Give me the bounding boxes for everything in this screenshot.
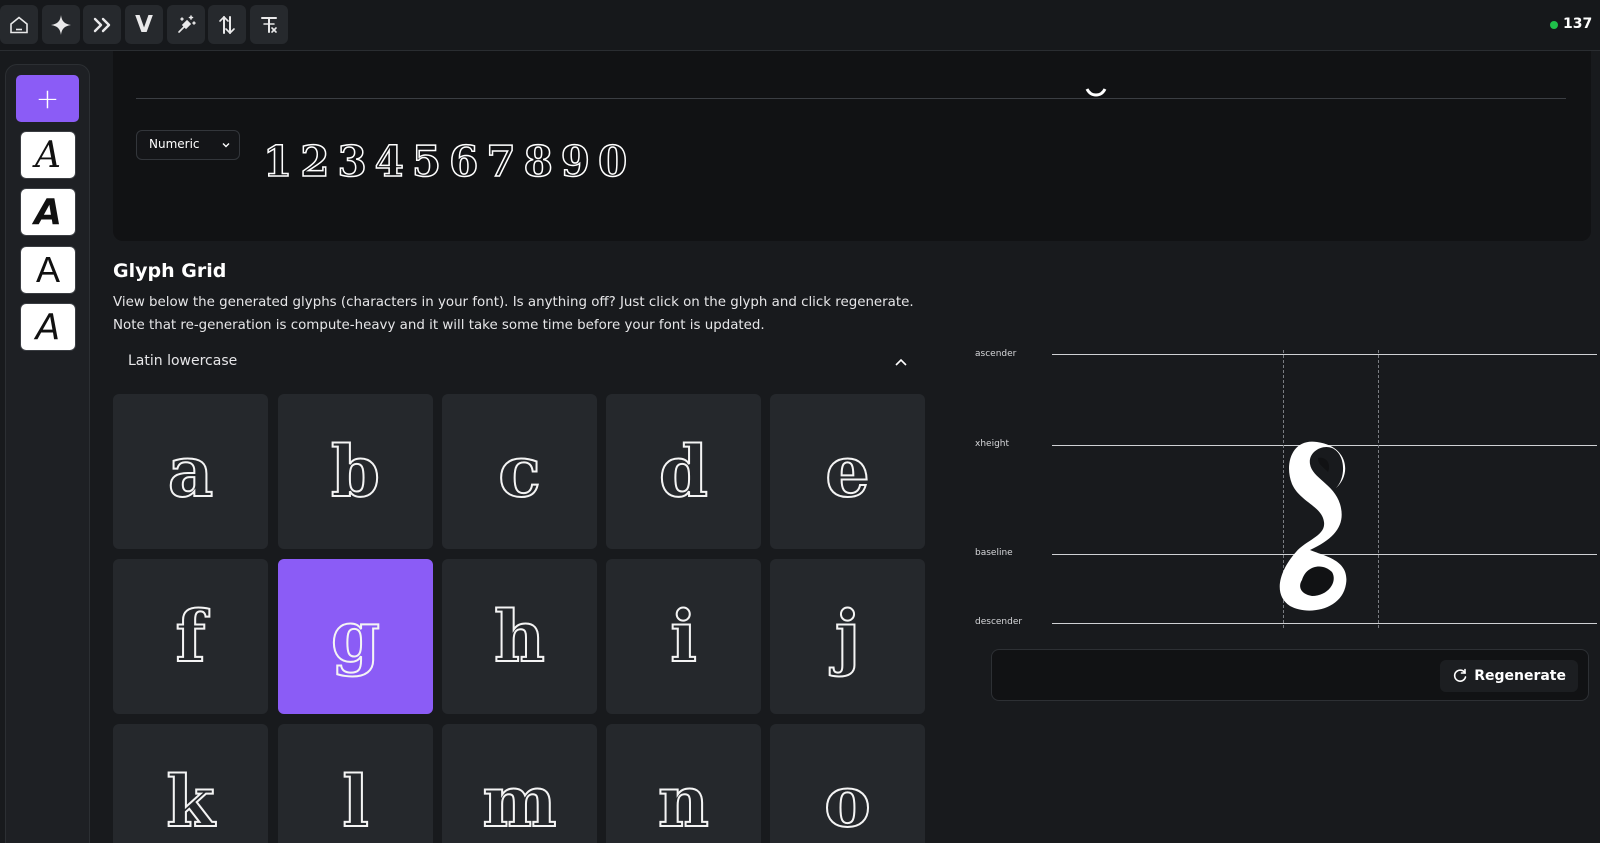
chevron-up-icon[interactable] xyxy=(893,354,909,370)
glyph-tile-f[interactable]: f xyxy=(113,559,268,714)
ascender-label: ascender xyxy=(975,349,1017,359)
credits-value: 137 xyxy=(1563,16,1593,32)
baseline-label: baseline xyxy=(975,548,1013,558)
glyph-tile-l[interactable]: l xyxy=(278,724,433,843)
charset-select[interactable]: Numeric xyxy=(136,130,240,160)
section-label: Latin lowercase xyxy=(128,353,238,369)
descender-label: descender xyxy=(975,617,1023,627)
glyph-tile-j[interactable]: j xyxy=(770,559,925,714)
status-online-icon xyxy=(1550,21,1558,29)
regenerate-button[interactable]: Regenerate xyxy=(1440,660,1578,692)
font-thumbnail-4[interactable]: A xyxy=(20,303,76,351)
glyph-tile-c[interactable]: c xyxy=(442,394,597,549)
latin-lowercase-section-header[interactable]: Latin lowercase xyxy=(113,351,927,381)
right-bearing-guide xyxy=(1378,350,1379,628)
add-font-button[interactable]: + xyxy=(16,75,79,122)
glyph-grid-description: View below the generated glyphs (charact… xyxy=(113,295,914,333)
glyph-metrics-panel: ascender xheight baseline descender xyxy=(975,338,1600,628)
top-toolbar: V 137 xyxy=(0,0,1600,51)
glyph-tile-d[interactable]: d xyxy=(606,394,761,549)
spacing-icon[interactable] xyxy=(208,5,246,44)
selected-glyph-preview xyxy=(1279,441,1347,611)
credits-counter: 137 xyxy=(1550,16,1593,32)
numeric-sample-preview: 1234567890 xyxy=(262,136,636,187)
glyph-grid-title: Glyph Grid xyxy=(113,260,227,282)
glyph-tile-m[interactable]: m xyxy=(442,724,597,843)
glyph-tile-k[interactable]: k xyxy=(113,724,268,843)
font-thumbnail-1[interactable]: A xyxy=(20,131,76,179)
font-thumbnail-2[interactable]: A xyxy=(20,188,76,236)
xheight-label: xheight xyxy=(975,439,1010,449)
magic-wand-icon[interactable] xyxy=(167,5,205,44)
font-thumbnail-3[interactable]: A xyxy=(20,246,76,294)
regenerate-bar: Regenerate xyxy=(991,649,1589,701)
double-chevron-right-icon[interactable] xyxy=(83,5,121,44)
sparkle-icon[interactable] xyxy=(42,5,80,44)
letter-v-icon[interactable]: V xyxy=(125,5,163,44)
glyph-tile-i[interactable]: i xyxy=(606,559,761,714)
refresh-icon xyxy=(1454,668,1467,682)
font-preview-card: Numeric 1234567890 xyxy=(113,51,1591,241)
glyph-tile-g-selected[interactable]: g xyxy=(278,559,433,714)
glyph-tile-h[interactable]: h xyxy=(442,559,597,714)
regenerate-label: Regenerate xyxy=(1474,668,1566,684)
ascender-line xyxy=(1052,354,1597,355)
text-format-icon[interactable] xyxy=(250,5,288,44)
home-icon[interactable] xyxy=(0,5,38,44)
descender-line xyxy=(1052,623,1597,624)
glyph-tile-n[interactable]: n xyxy=(606,724,761,843)
glyph-tile-a[interactable]: a xyxy=(113,394,268,549)
charset-select-value: Numeric xyxy=(149,137,200,151)
preview-divider xyxy=(136,98,1566,99)
chevron-down-icon xyxy=(222,143,230,148)
font-sidebar: + A A A A xyxy=(5,64,90,843)
glyph-tile-b[interactable]: b xyxy=(278,394,433,549)
glyph-tile-o[interactable]: o xyxy=(770,724,925,843)
glyph-tile-e[interactable]: e xyxy=(770,394,925,549)
